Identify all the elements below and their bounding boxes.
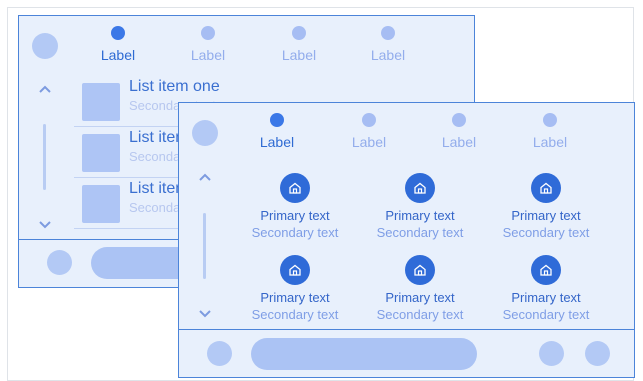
tab-label: Label: [351, 134, 387, 150]
tab-indicator-dot: [292, 26, 306, 40]
front-window: Label Label Label Label Primary text Sec…: [178, 102, 635, 378]
grid-item-secondary: Secondary text: [502, 307, 590, 322]
grid-item[interactable]: Primary text Secondary text: [491, 173, 601, 242]
home-icon: [531, 173, 561, 203]
bottom-bar-button[interactable]: [207, 341, 232, 366]
tab-label: Label: [259, 134, 295, 150]
list-item-thumbnail: [82, 134, 120, 172]
home-icon: [531, 255, 561, 285]
list-item-thumbnail: [82, 185, 120, 223]
grid-item[interactable]: Primary text Secondary text: [365, 255, 475, 324]
grid-item-primary: Primary text: [385, 208, 455, 223]
tab-1[interactable]: Label: [242, 113, 312, 150]
chevron-up-icon[interactable]: [197, 171, 213, 183]
grid-item-secondary: Secondary text: [502, 225, 590, 240]
home-icon: [405, 255, 435, 285]
grid-item-secondary: Secondary text: [251, 225, 339, 240]
grid-item-primary: Primary text: [511, 290, 581, 305]
avatar[interactable]: [32, 33, 58, 59]
list-item-thumbnail: [82, 83, 120, 121]
grid-item[interactable]: Primary text Secondary text: [240, 173, 350, 242]
tab-1[interactable]: Label: [83, 26, 153, 63]
tab-indicator-dot: [452, 113, 466, 127]
tab-indicator-dot: [381, 26, 395, 40]
tab-2[interactable]: Label: [173, 26, 243, 63]
chevron-down-icon[interactable]: [37, 219, 53, 231]
grid-item-secondary: Secondary text: [376, 225, 464, 240]
scrollbar[interactable]: [203, 213, 206, 279]
grid-item-primary: Primary text: [260, 290, 330, 305]
tab-indicator-dot: [362, 113, 376, 127]
avatar[interactable]: [192, 120, 218, 146]
tab-label: Label: [370, 47, 406, 63]
tab-indicator-dot: [543, 113, 557, 127]
home-icon: [280, 255, 310, 285]
tab-3[interactable]: Label: [424, 113, 494, 150]
bottom-bar-button[interactable]: [585, 341, 610, 366]
tab-4[interactable]: Label: [515, 113, 585, 150]
tab-label: Label: [100, 47, 136, 63]
bottom-bar: [179, 329, 634, 377]
tab-label: Label: [281, 47, 317, 63]
tab-label: Label: [441, 134, 477, 150]
tab-indicator-dot: [270, 113, 284, 127]
search-bar[interactable]: [251, 338, 477, 370]
home-icon: [405, 173, 435, 203]
chevron-up-icon[interactable]: [37, 83, 53, 95]
bottom-bar-button[interactable]: [539, 341, 564, 366]
grid-item-primary: Primary text: [260, 208, 330, 223]
tab-label: Label: [532, 134, 568, 150]
grid-item-primary: Primary text: [385, 290, 455, 305]
scrollbar[interactable]: [43, 124, 46, 190]
grid-item[interactable]: Primary text Secondary text: [491, 255, 601, 324]
grid-item-secondary: Secondary text: [376, 307, 464, 322]
grid-item-secondary: Secondary text: [251, 307, 339, 322]
chevron-down-icon[interactable]: [197, 308, 213, 320]
tab-2[interactable]: Label: [334, 113, 404, 150]
grid-item[interactable]: Primary text Secondary text: [365, 173, 475, 242]
bottom-bar-button[interactable]: [47, 250, 72, 275]
tab-indicator-dot: [201, 26, 215, 40]
list-item-primary: List item one: [129, 78, 220, 95]
tab-indicator-dot: [111, 26, 125, 40]
tab-label: Label: [190, 47, 226, 63]
home-icon: [280, 173, 310, 203]
grid-item[interactable]: Primary text Secondary text: [240, 255, 350, 324]
grid-item-primary: Primary text: [511, 208, 581, 223]
tab-4[interactable]: Label: [353, 26, 423, 63]
tab-3[interactable]: Label: [264, 26, 334, 63]
